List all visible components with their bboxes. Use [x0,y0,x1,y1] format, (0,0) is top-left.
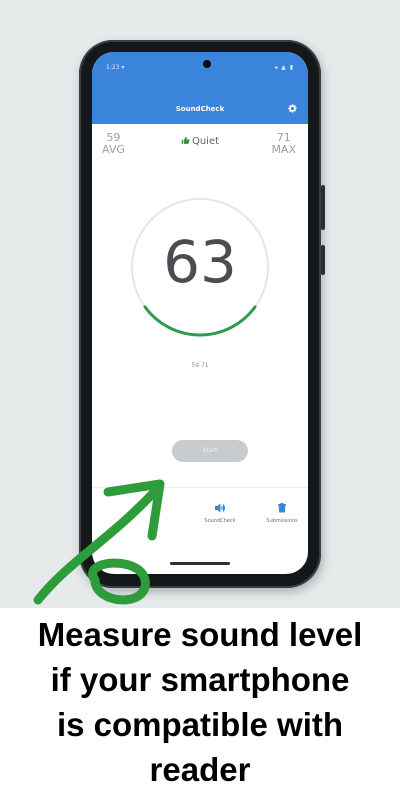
caption: Measure sound level if your smartphone i… [0,612,400,792]
front-camera [203,60,211,68]
caption-line-1: Measure sound level [37,616,363,653]
caption-line-3: is compatible with [56,706,344,743]
caption-line-2: if your smartphone [50,661,350,698]
annotation-arrow [33,479,165,605]
caption-line-4: reader [149,751,251,788]
